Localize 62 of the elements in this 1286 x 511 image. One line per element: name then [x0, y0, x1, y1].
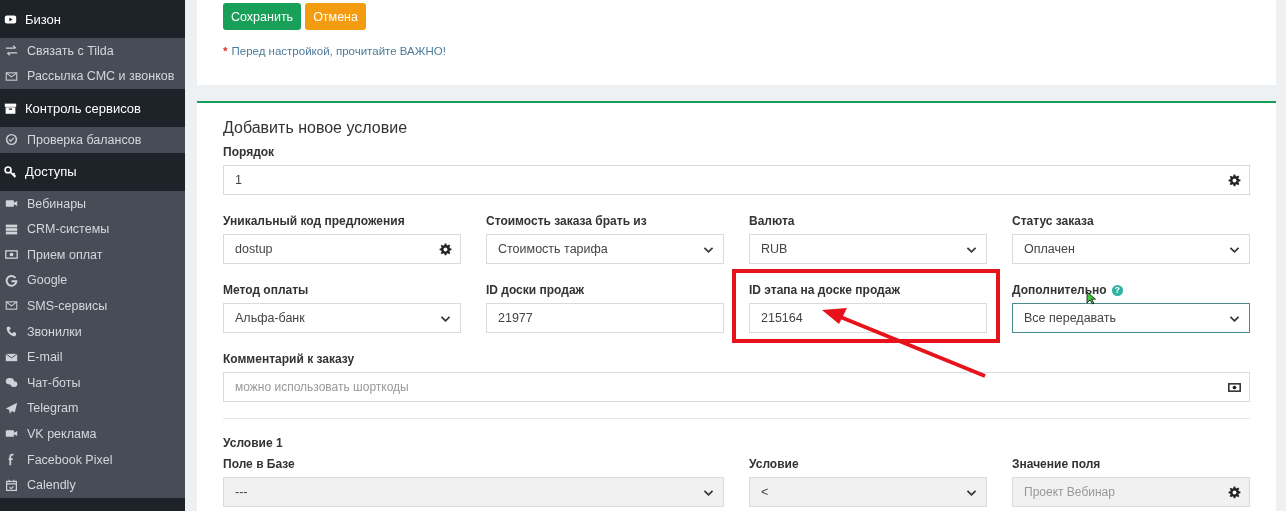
- sidebar-item[interactable]: Проверка балансов: [0, 127, 185, 153]
- sidebar-item[interactable]: CRM-системы: [0, 216, 185, 242]
- field-label: Метод оплаты: [223, 284, 309, 297]
- field-label: Условие: [749, 458, 799, 471]
- condition-title: Условие 1: [223, 437, 284, 450]
- field-label: ID доски продаж: [486, 284, 585, 297]
- note-link[interactable]: Перед настройкой, прочитайте ВАЖНО!: [231, 45, 446, 57]
- sidebar-item[interactable]: VK реклама: [0, 421, 185, 447]
- sidebar-item[interactable]: Facebook Pixel: [0, 446, 185, 473]
- sidebar-item[interactable]: Google: [0, 267, 185, 294]
- envelope-icon: [5, 69, 18, 83]
- envelope-icon: [5, 299, 18, 313]
- field-label: Стоимость заказа брать из: [486, 215, 647, 228]
- input-field[interactable]: dostup: [223, 234, 461, 264]
- field-label: Уникальный код предложения: [223, 215, 405, 228]
- sidebar-item[interactable]: Чат-боты: [0, 369, 185, 396]
- field-label: Дополнительно: [1012, 284, 1107, 297]
- banknote-icon: [5, 248, 18, 262]
- input-field[interactable]: 215164: [749, 303, 987, 333]
- paper-plane-icon: [5, 401, 18, 415]
- select-field[interactable]: Стоимость тарифа: [486, 234, 724, 264]
- sidebar-header[interactable]: Контроль сервисов: [0, 89, 185, 128]
- field-label: Порядок: [223, 146, 275, 159]
- key-icon: [4, 165, 17, 179]
- field-label: Комментарий к заказу: [223, 353, 355, 366]
- field-label: Поле в Базе: [223, 458, 295, 471]
- sidebar-header[interactable]: Доступы: [0, 152, 185, 191]
- calendar-icon: [5, 478, 18, 492]
- play-icon: [4, 12, 17, 26]
- sidebar-item[interactable]: Связать с Tilda: [0, 38, 185, 64]
- settings-icon[interactable]: [439, 242, 452, 256]
- save-button[interactable]: Сохранить: [223, 3, 302, 30]
- archive-box-icon: [4, 101, 17, 115]
- chat-bubbles-icon: [5, 376, 18, 390]
- sidebar-item[interactable]: Прием оплат: [0, 241, 185, 268]
- sidebar-item[interactable]: Рассылка СМС и звонков: [0, 63, 185, 90]
- sidebar-item[interactable]: SMS-сервисы: [0, 293, 185, 319]
- input-field[interactable]: 1: [223, 165, 1250, 195]
- sidebar-item[interactable]: Calendly: [0, 472, 185, 498]
- banknote-icon[interactable]: [1228, 380, 1241, 394]
- select-field[interactable]: Оплачен: [1012, 234, 1250, 264]
- field-label: ID этапа на доске продаж: [749, 284, 900, 297]
- field-label: Значение поля: [1012, 458, 1101, 471]
- arrows-icon: [5, 44, 18, 58]
- select-field[interactable]: Все передавать: [1012, 303, 1250, 333]
- server-icon: [5, 222, 18, 236]
- field-label: Валюта: [749, 215, 795, 228]
- sidebar-item[interactable]: E-mail: [0, 344, 185, 370]
- select-field[interactable]: RUB: [749, 234, 987, 264]
- sidebar-item[interactable]: Вебинары: [0, 190, 185, 217]
- form-title: Добавить новое условие: [223, 119, 409, 137]
- check-circle-icon: [5, 133, 18, 147]
- required-mark: *: [223, 45, 228, 57]
- g-letter-icon: [5, 273, 18, 287]
- phone-icon: [5, 325, 18, 339]
- sidebar-item[interactable]: Звонилки: [0, 318, 185, 345]
- sidebar-header[interactable]: Бизон: [0, 0, 185, 38]
- sidebar-item[interactable]: Telegram: [0, 395, 185, 422]
- settings-icon[interactable]: [1228, 173, 1241, 187]
- select-field[interactable]: Альфа-банк: [223, 303, 461, 333]
- field-label: Статус заказа: [1012, 215, 1094, 228]
- input-field[interactable]: 21977: [486, 303, 724, 333]
